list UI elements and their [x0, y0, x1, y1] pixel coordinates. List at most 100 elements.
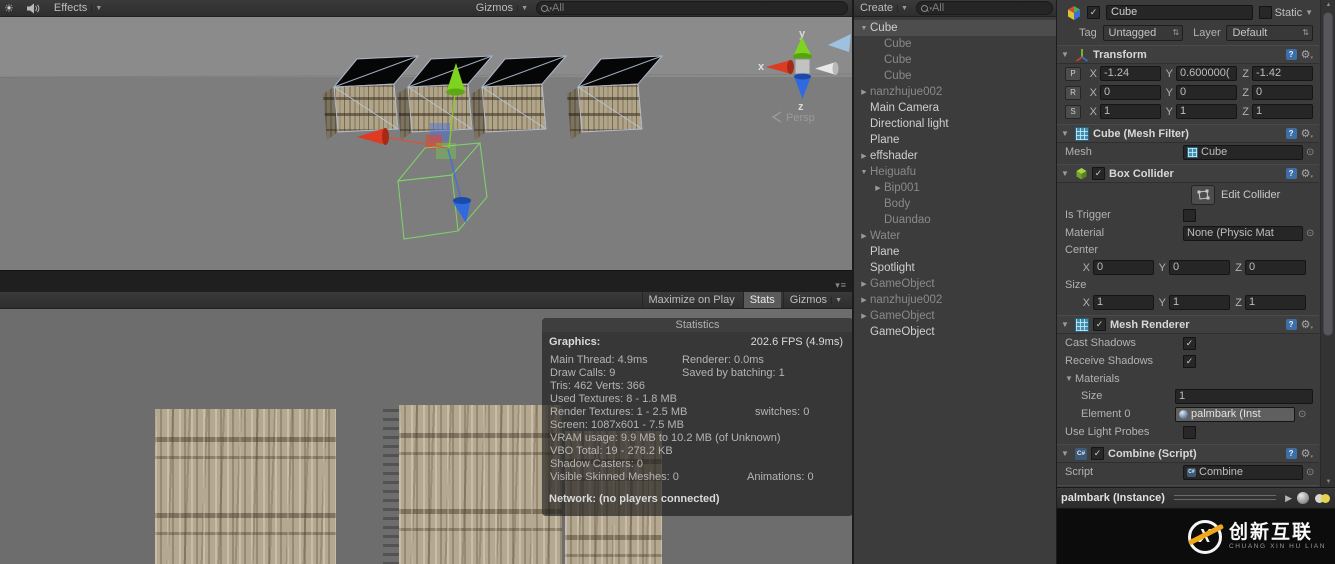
hierarchy-search-input[interactable]: ▾ All [915, 1, 1053, 15]
hierarchy-item-gameobject[interactable]: ▶ GameObject [854, 276, 1057, 292]
foldout-arrow[interactable]: ▶ [858, 88, 870, 96]
preview-sphere-icon[interactable] [1297, 492, 1309, 504]
gizmo-center-cube[interactable] [794, 58, 811, 75]
hierarchy-item-gameobject[interactable]: ▶ GameObject [854, 308, 1057, 324]
axis-field[interactable]: 1 [1100, 104, 1161, 119]
use-light-probes-checkbox[interactable] [1183, 425, 1196, 439]
mesh-renderer-header[interactable]: ▼ Mesh Renderer ? ⚙ [1057, 315, 1319, 334]
combine-script-header[interactable]: ▼ C# Combine (Script) ? ⚙ [1057, 444, 1319, 463]
static-checkbox[interactable] [1258, 6, 1272, 19]
foldout-arrow[interactable]: ▶ [858, 296, 870, 304]
gameobject-enabled-checkbox[interactable] [1087, 6, 1100, 19]
object-picker-icon[interactable]: ⊙ [1306, 147, 1314, 158]
is-trigger-checkbox[interactable] [1183, 208, 1196, 222]
game-canvas[interactable]: Statistics Graphics: 202.6 FPS (4.9ms) M… [0, 309, 852, 564]
hierarchy-item-plane[interactable]: Plane [854, 132, 1057, 148]
edit-collider-button[interactable]: Edit Collider [1191, 184, 1280, 205]
persp-label[interactable]: Persp [786, 112, 815, 124]
axis-field[interactable]: 0 [1169, 260, 1230, 275]
effects-dropdown[interactable]: Effects ▼ [48, 1, 108, 15]
preview-play-icon[interactable]: ▶ [1285, 493, 1292, 504]
component-enabled-checkbox[interactable] [1092, 167, 1105, 180]
axis-field[interactable]: 1 [1169, 295, 1230, 310]
inspector-scrollbar[interactable]: ▲ ▼ [1320, 0, 1335, 487]
foldout-arrow[interactable]: ▼ [858, 169, 870, 176]
hierarchy-item-body[interactable]: Body [854, 196, 1057, 212]
axis-field[interactable]: 1 [1093, 295, 1154, 310]
foldout-arrow[interactable]: ▼ [1065, 374, 1075, 383]
axis-mode-button[interactable]: S [1065, 104, 1081, 119]
axis-field[interactable]: 0 [1176, 85, 1237, 100]
hierarchy-item-nanzhujue002[interactable]: ▶ nanzhujue002 [854, 292, 1057, 308]
help-icon[interactable]: ? [1285, 319, 1297, 330]
component-enabled-checkbox[interactable] [1093, 318, 1106, 331]
help-icon[interactable]: ? [1285, 448, 1297, 459]
foldout-arrow[interactable]: ▶ [858, 312, 870, 320]
axis-field[interactable]: 1 [1245, 295, 1306, 310]
foldout-arrow[interactable]: ▶ [858, 280, 870, 288]
axis-field[interactable]: 1 [1252, 104, 1313, 119]
tag-dropdown[interactable]: Untagged ⇅ [1102, 24, 1184, 41]
axis-field[interactable]: 1 [1176, 104, 1237, 119]
axis-mode-button[interactable]: R [1065, 85, 1081, 100]
receive-shadows-checkbox[interactable] [1183, 354, 1196, 368]
foldout-arrow[interactable]: ▼ [1061, 169, 1071, 178]
gear-icon[interactable]: ⚙ [1301, 48, 1313, 61]
help-icon[interactable]: ? [1285, 168, 1297, 179]
script-object-field[interactable]: C# Combine [1183, 464, 1303, 480]
static-dropdown-icon[interactable]: ▼ [1305, 8, 1313, 17]
gear-icon[interactable]: ⚙ [1301, 167, 1313, 180]
scene-search-input[interactable]: ▾ All [536, 1, 848, 15]
cast-shadows-checkbox[interactable] [1183, 336, 1196, 350]
transform-header[interactable]: ▼ Transform ? ⚙ [1057, 45, 1319, 64]
axis-field[interactable]: 0 [1093, 260, 1154, 275]
scroll-down-icon[interactable]: ▼ [1321, 479, 1335, 485]
box-collider-header[interactable]: ▼ Box Collider ? ⚙ [1057, 164, 1319, 183]
hierarchy-item-cube[interactable]: Cube [854, 68, 1057, 84]
gameobject-name-field[interactable]: Cube [1106, 5, 1253, 20]
create-dropdown[interactable]: Create ▼ [854, 1, 914, 15]
scene-canvas[interactable]: y x z Persp [0, 17, 852, 270]
scene-gizmos-dropdown[interactable]: Gizmos ▼ [470, 1, 534, 15]
layer-dropdown[interactable]: Default ⇅ [1226, 24, 1313, 41]
foldout-arrow[interactable]: ▼ [858, 25, 870, 32]
physic-material-field[interactable]: None (Physic Mat [1183, 225, 1303, 241]
preview-drag-handle[interactable] [1173, 494, 1277, 502]
foldout-arrow[interactable]: ▼ [1061, 449, 1071, 458]
hierarchy-item-bip001[interactable]: ▶ Bip001 [854, 180, 1057, 196]
hierarchy-item-cube[interactable]: Cube [854, 36, 1057, 52]
scrollbar-thumb[interactable] [1323, 12, 1333, 336]
object-picker-icon[interactable]: ⊙ [1306, 467, 1314, 478]
materials-size-field[interactable]: 1 [1175, 388, 1313, 404]
mesh-filter-header[interactable]: ▼ Cube (Mesh Filter) ? ⚙ [1057, 124, 1319, 143]
object-picker-icon[interactable]: ⊙ [1298, 409, 1306, 420]
help-icon[interactable]: ? [1285, 128, 1297, 139]
panel-menu-icon[interactable]: ▾≡ [835, 280, 847, 291]
gear-icon[interactable]: ⚙ [1301, 318, 1313, 331]
hierarchy-item-gameobject[interactable]: GameObject [854, 324, 1057, 340]
game-gizmos-dropdown[interactable]: Gizmos ▼ [782, 292, 848, 308]
mesh-object-field[interactable]: Cube [1183, 144, 1303, 160]
help-icon[interactable]: ? [1285, 49, 1297, 60]
hierarchy-item-nanzhujue002[interactable]: ▶ nanzhujue002 [854, 84, 1057, 100]
preview-lighting-toggle-icon[interactable] [1314, 493, 1332, 504]
foldout-arrow[interactable]: ▼ [1061, 320, 1071, 329]
hierarchy-item-cube[interactable]: ▼ Cube [854, 20, 1057, 36]
stats-button[interactable]: Stats [742, 292, 781, 308]
hierarchy-item-directional-light[interactable]: Directional light [854, 116, 1057, 132]
foldout-arrow[interactable]: ▶ [858, 232, 870, 240]
axis-field[interactable]: 0.600000( [1176, 66, 1237, 81]
object-picker-icon[interactable]: ⊙ [1306, 228, 1314, 239]
hierarchy-item-duandao[interactable]: Duandao [854, 212, 1057, 228]
scene-audio-button[interactable] [20, 1, 46, 15]
axis-field[interactable]: -1.42 [1252, 66, 1313, 81]
gear-icon[interactable]: ⚙ [1301, 127, 1313, 140]
axis-field[interactable]: 0 [1100, 85, 1161, 100]
hierarchy-item-effshader[interactable]: ▶ effshader [854, 148, 1057, 164]
element0-material-field[interactable]: palmbark (Inst [1175, 406, 1295, 422]
hierarchy-item-cube[interactable]: Cube [854, 52, 1057, 68]
hierarchy-item-main-camera[interactable]: Main Camera [854, 100, 1057, 116]
hierarchy-item-heiguafu[interactable]: ▼ Heiguafu [854, 164, 1057, 180]
hierarchy-item-water[interactable]: ▶ Water [854, 228, 1057, 244]
axis-mode-button[interactable]: P [1065, 66, 1081, 81]
